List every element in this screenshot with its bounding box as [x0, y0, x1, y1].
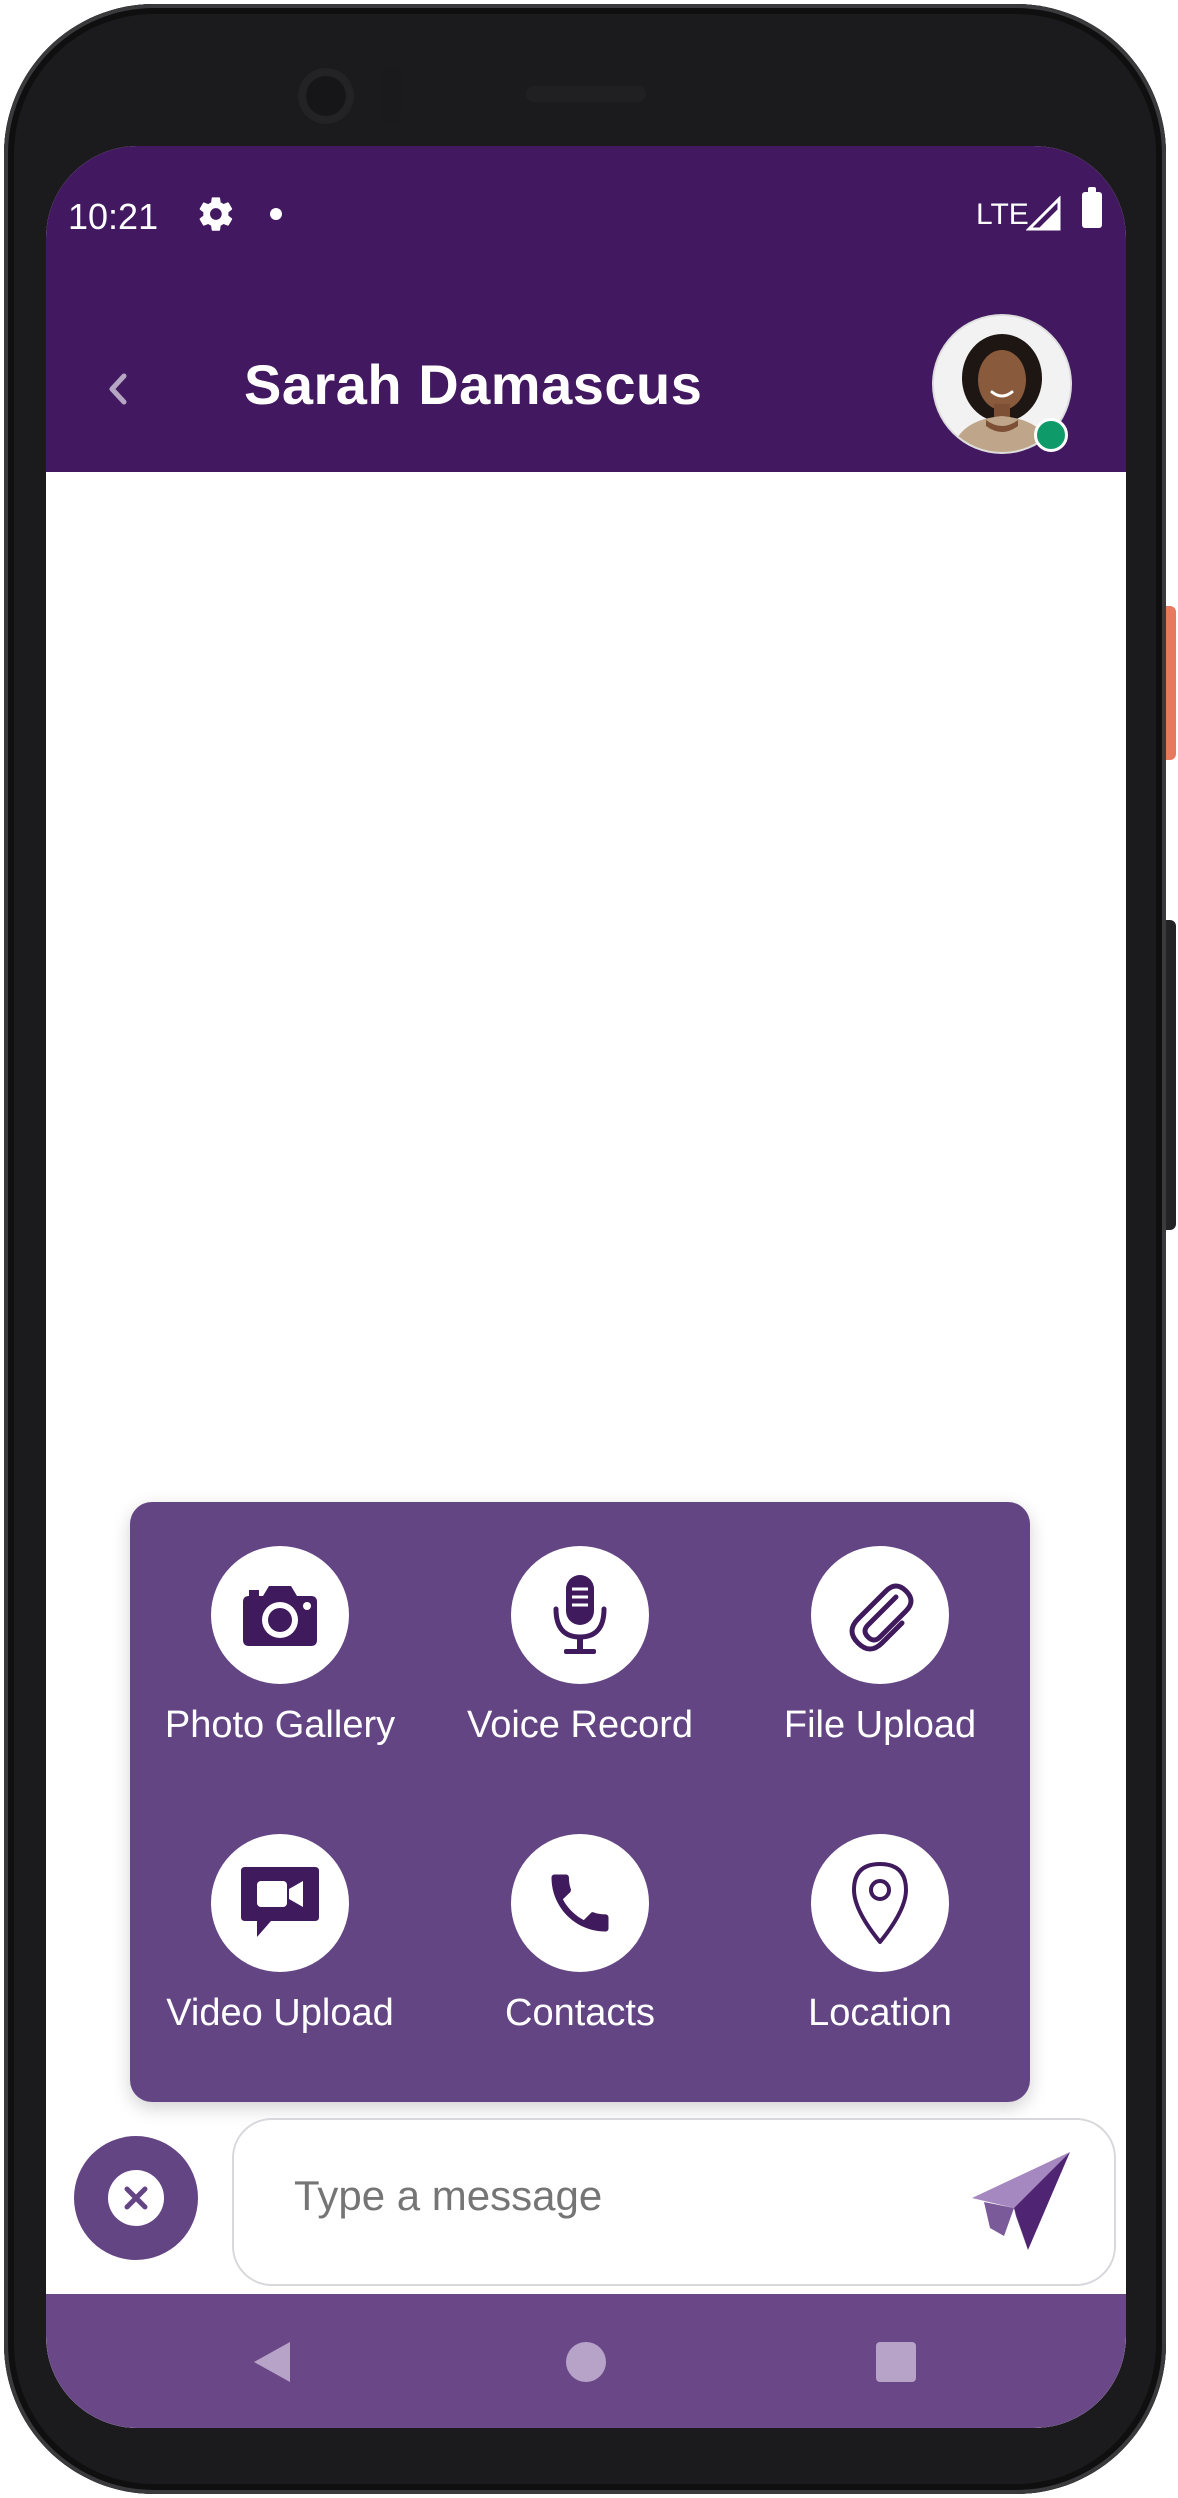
voice-record-option[interactable]: Voice Record — [460, 1546, 700, 1766]
front-camera — [298, 68, 354, 124]
location-pin-icon — [852, 1862, 908, 1944]
file-upload-circle — [811, 1546, 949, 1684]
volume-button — [1166, 920, 1176, 1230]
photo-gallery-label: Photo Gallery — [164, 1704, 396, 1746]
photo-gallery-circle — [211, 1546, 349, 1684]
close-circle — [108, 2170, 164, 2226]
nav-recents-icon[interactable] — [876, 2342, 916, 2382]
contact-name: Sarah Damascus — [244, 353, 703, 416]
message-input[interactable] — [294, 2172, 914, 2220]
power-button — [1166, 606, 1176, 760]
contacts-circle — [511, 1834, 649, 1972]
voice-record-circle — [511, 1546, 649, 1684]
video-upload-circle — [211, 1834, 349, 1972]
location-circle — [811, 1834, 949, 1972]
status-time: 10:21 — [68, 196, 159, 237]
contacts-label: Contacts — [505, 1992, 655, 2034]
settings-gear-icon — [199, 197, 233, 231]
message-composer — [232, 2118, 1116, 2286]
video-upload-label: Video Upload — [166, 1992, 394, 2034]
send-icon[interactable] — [966, 2146, 1076, 2256]
photo-gallery-option[interactable]: Photo Gallery — [160, 1546, 400, 1766]
voice-record-label: Voice Record — [466, 1704, 693, 1746]
phone-icon — [551, 1874, 609, 1932]
contacts-option[interactable]: Contacts — [460, 1834, 700, 2054]
camera-icon — [243, 1586, 317, 1646]
system-navigation-bar — [46, 2294, 1126, 2428]
nav-back-icon[interactable] — [250, 2338, 294, 2386]
back-chevron-icon[interactable] — [102, 364, 134, 414]
notification-dot-icon — [270, 208, 282, 220]
location-label: Location — [808, 1992, 952, 2034]
file-upload-option[interactable]: File Upload — [760, 1546, 1000, 1766]
network-type: LTE — [976, 198, 1029, 231]
paperclip-icon — [849, 1583, 914, 1652]
video-message-icon — [241, 1867, 319, 1937]
earpiece-speaker — [526, 86, 646, 102]
nav-home-icon[interactable] — [566, 2342, 606, 2382]
location-option[interactable]: Location — [760, 1834, 1000, 2054]
file-upload-label: File Upload — [783, 1704, 977, 1746]
attachment-menu: Photo Gallery Voice Record File Upload V… — [130, 1502, 1030, 2102]
close-icon — [124, 2186, 148, 2210]
signal-icon — [1026, 196, 1061, 231]
chat-header: 10:21 LTE Sarah Damascus — [46, 146, 1126, 472]
online-status-indicator — [1034, 418, 1068, 452]
close-attachments-button[interactable] — [74, 2136, 198, 2260]
video-upload-option[interactable]: Video Upload — [160, 1834, 400, 2054]
battery-icon — [1082, 187, 1102, 228]
microphone-icon — [553, 1575, 607, 1654]
camera-sensor — [380, 66, 402, 124]
screen: 10:21 LTE Sarah Damascus Photo Gallery V… — [46, 146, 1126, 2428]
